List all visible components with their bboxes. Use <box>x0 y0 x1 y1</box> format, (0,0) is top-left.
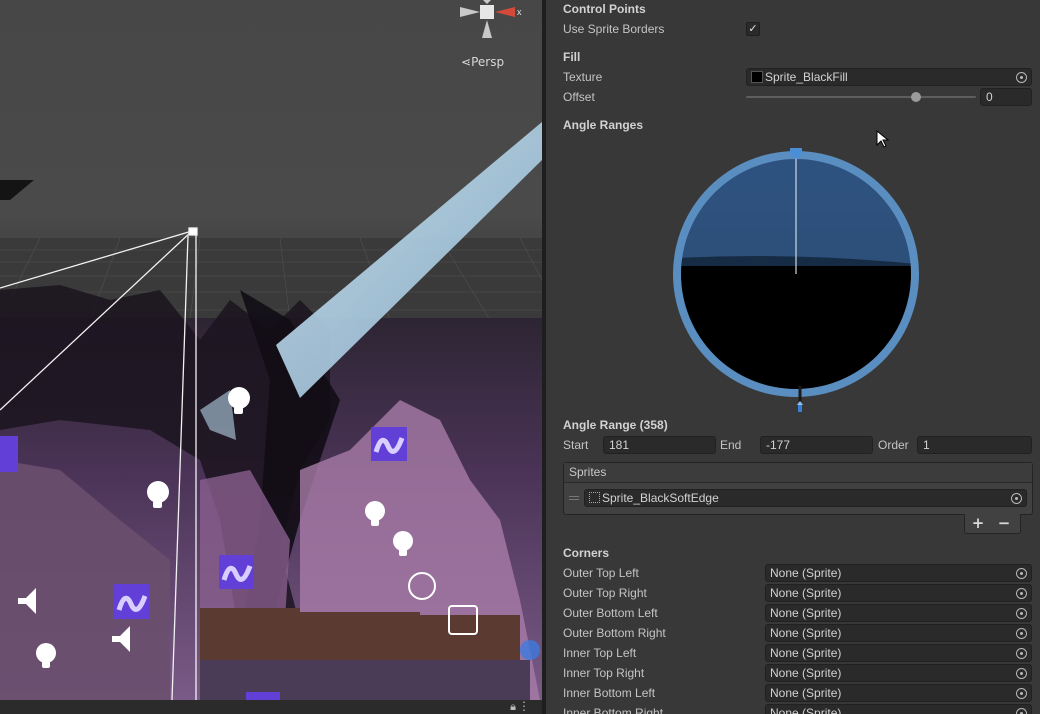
start-input[interactable]: 181 <box>603 436 716 454</box>
offset-input[interactable]: 0 <box>980 88 1032 106</box>
corner-sprite-field[interactable]: None (Sprite) <box>765 664 1032 682</box>
projection-toggle[interactable]: ⋖Persp <box>461 55 504 69</box>
corner-sprite-value: None (Sprite) <box>770 566 842 580</box>
add-sprite-button[interactable]: + <box>965 514 991 533</box>
corner-sprite-field[interactable]: None (Sprite) <box>765 584 1032 602</box>
remove-sprite-button[interactable]: − <box>991 514 1017 533</box>
corner-sprite-field[interactable]: None (Sprite) <box>765 684 1032 702</box>
object-picker-icon[interactable] <box>1016 708 1027 714</box>
lock-icon[interactable]: 🔒︎ <box>510 700 516 714</box>
scene-footer: 🔒︎ ⋮ <box>0 699 542 714</box>
offset-label: Offset <box>563 90 595 104</box>
inspector-panel: Control Points Use Sprite Borders ✓ Fill… <box>546 0 1040 714</box>
end-label: End <box>720 438 742 452</box>
gizmo-axis-label: x <box>517 7 522 17</box>
object-picker-icon[interactable] <box>1016 648 1027 659</box>
object-picker-icon[interactable] <box>1016 668 1027 679</box>
texture-field[interactable]: Sprite_BlackFill <box>746 68 1032 86</box>
corner-sprite-field[interactable]: None (Sprite) <box>765 704 1032 714</box>
use-sprite-borders-label: Use Sprite Borders <box>563 22 665 36</box>
corner-sprite-value: None (Sprite) <box>770 666 842 680</box>
use-sprite-borders-checkbox[interactable]: ✓ <box>746 22 760 36</box>
angle-range-editor[interactable] <box>666 140 926 420</box>
control-points-header: Control Points <box>563 2 646 16</box>
start-label: Start <box>563 438 589 452</box>
scene-view[interactable]: x ⋖Persp 🔒︎ ⋮ <box>0 0 542 714</box>
sprite-icon <box>589 492 600 503</box>
object-picker-icon[interactable] <box>1016 72 1027 83</box>
corner-sprite-field[interactable]: None (Sprite) <box>765 624 1032 642</box>
order-input[interactable]: 1 <box>917 436 1032 454</box>
mouse-cursor-icon <box>876 130 890 148</box>
persp-label: Persp <box>471 55 505 69</box>
corner-sprite-field[interactable]: None (Sprite) <box>765 564 1032 582</box>
more-options-icon[interactable]: ⋮ <box>518 699 530 713</box>
object-picker-icon[interactable] <box>1016 628 1027 639</box>
texture-value: Sprite_BlackFill <box>765 70 848 84</box>
order-label: Order <box>878 438 909 452</box>
corner-label: Inner Bottom Left <box>563 686 656 700</box>
corner-sprite-value: None (Sprite) <box>770 626 842 640</box>
corner-label: Outer Top Left <box>563 566 639 580</box>
corner-sprite-value: None (Sprite) <box>770 586 842 600</box>
offset-slider[interactable] <box>746 96 976 98</box>
corner-label: Outer Bottom Left <box>563 606 658 620</box>
scene-canvas[interactable] <box>0 0 542 714</box>
corner-sprite-field[interactable]: None (Sprite) <box>765 644 1032 662</box>
corner-label: Inner Bottom Right <box>563 706 664 714</box>
sprite-item-field[interactable]: Sprite_BlackSoftEdge <box>584 489 1027 507</box>
sprite-item-value: Sprite_BlackSoftEdge <box>602 491 719 505</box>
corner-sprite-value: None (Sprite) <box>770 686 842 700</box>
corner-label: Inner Top Right <box>563 666 645 680</box>
angle-range-header: Angle Range (358) <box>563 418 668 432</box>
sprites-list: Sprites Sprite_BlackSoftEdge <box>563 462 1033 515</box>
end-input[interactable]: -177 <box>760 436 873 454</box>
sprites-list-header: Sprites <box>564 463 1032 483</box>
orientation-gizmo[interactable]: x <box>455 0 525 42</box>
object-picker-icon[interactable] <box>1016 608 1027 619</box>
corner-sprite-field[interactable]: None (Sprite) <box>765 604 1032 622</box>
corner-label: Outer Top Right <box>563 586 647 600</box>
corners-header: Corners <box>563 546 610 560</box>
corner-label: Outer Bottom Right <box>563 626 666 640</box>
texture-thumbnail-icon <box>751 71 763 83</box>
range-end-handle[interactable] <box>798 405 802 412</box>
corner-sprite-value: None (Sprite) <box>770 646 842 660</box>
offset-slider-handle[interactable] <box>911 92 921 102</box>
corner-label: Inner Top Left <box>563 646 637 660</box>
drag-handle-icon[interactable] <box>569 496 579 500</box>
angle-ranges-header: Angle Ranges <box>563 118 644 132</box>
fill-header: Fill <box>563 50 581 64</box>
corner-sprite-value: None (Sprite) <box>770 706 842 714</box>
object-picker-icon[interactable] <box>1016 568 1027 579</box>
perspective-icon: ⋖ <box>461 55 472 69</box>
texture-label: Texture <box>563 70 603 84</box>
object-picker-icon[interactable] <box>1016 588 1027 599</box>
list-add-remove: + − <box>964 514 1021 534</box>
object-picker-icon[interactable] <box>1011 493 1022 504</box>
object-picker-icon[interactable] <box>1016 688 1027 699</box>
corner-sprite-value: None (Sprite) <box>770 606 842 620</box>
